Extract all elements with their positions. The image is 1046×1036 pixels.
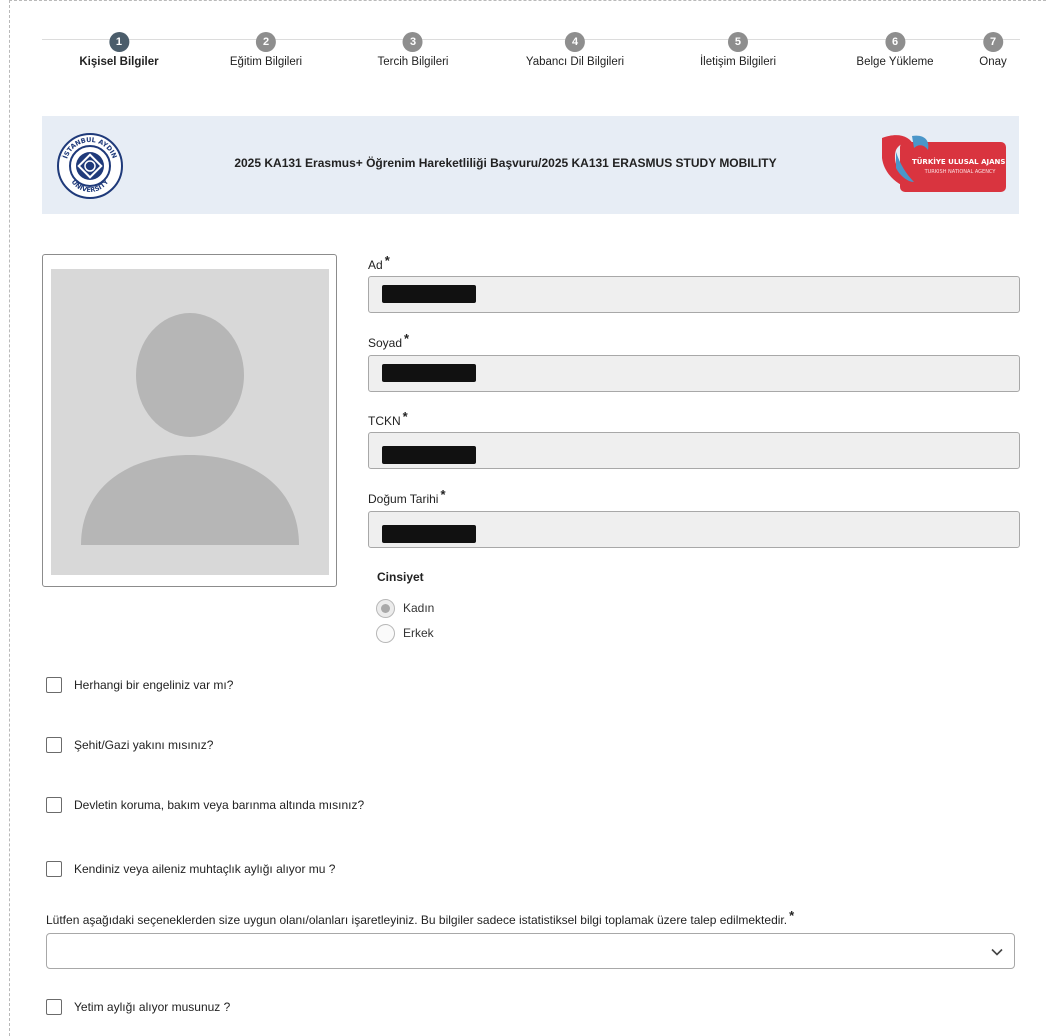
step-label: Eğitim Bilgileri <box>229 56 303 68</box>
required-mark: * <box>440 487 446 502</box>
step-label: Yabancı Dil Bilgileri <box>525 56 625 68</box>
engel-checkbox-row[interactable]: Herhangi bir engeliniz var mı? <box>46 677 233 693</box>
avatar-silhouette-icon <box>81 313 299 545</box>
program-title: 2025 KA131 Erasmus+ Öğrenim Hareketliliğ… <box>234 156 777 170</box>
step-egitim-bilgileri[interactable]: 2 Eğitim Bilgileri <box>230 32 302 68</box>
muhtaclik-checkbox-row[interactable]: Kendiniz veya aileniz muhtaçlık aylığı a… <box>46 861 335 877</box>
progress-stepper: 1 Kişisel Bilgiler 2 Eğitim Bilgileri 3 … <box>0 0 1046 80</box>
step-number: 7 <box>983 32 1003 52</box>
yetim-checkbox-row[interactable]: Yetim aylığı alıyor musunuz ? <box>46 999 230 1015</box>
profile-photo-frame[interactable] <box>42 254 337 587</box>
step-onay[interactable]: 7 Onay <box>979 32 1007 68</box>
redacted-value <box>382 364 476 382</box>
checkbox-label: Yetim aylığı alıyor musunuz ? <box>74 1000 231 1014</box>
step-number: 6 <box>885 32 905 52</box>
step-number: 1 <box>108 32 129 52</box>
checkbox-label: Herhangi bir engeliniz var mı? <box>74 678 234 692</box>
required-mark: * <box>789 908 795 923</box>
radio-label: Kadın <box>403 601 435 615</box>
step-iletisim-bilgileri[interactable]: 5 İletişim Bilgileri <box>700 32 776 68</box>
step-label: Tercih Bilgileri <box>377 56 449 68</box>
required-mark: * <box>404 331 410 346</box>
dogum-tarihi-label: Doğum Tarihi * <box>368 487 446 506</box>
gender-option-erkek[interactable]: Erkek <box>376 623 434 643</box>
checkbox-icon[interactable] <box>46 999 62 1015</box>
checkbox-icon[interactable] <box>46 797 62 813</box>
university-seal-logo: İSTANBUL AYDIN UNIVERSITY <box>57 133 123 199</box>
radio-empty-icon[interactable] <box>376 623 395 643</box>
ad-field[interactable] <box>368 276 1020 313</box>
checkbox-icon[interactable] <box>46 861 62 877</box>
program-banner: İSTANBUL AYDIN UNIVERSITY 2025 KA131 Era… <box>42 116 1019 214</box>
soyad-label: Soyad * <box>368 331 410 350</box>
step-number: 5 <box>727 32 748 52</box>
checkbox-icon[interactable] <box>46 737 62 753</box>
checkbox-icon[interactable] <box>46 677 62 693</box>
required-mark: * <box>384 253 390 268</box>
redacted-value <box>382 446 476 464</box>
step-tercih-bilgileri[interactable]: 3 Tercih Bilgileri <box>377 32 449 68</box>
dogum-tarihi-field[interactable] <box>368 511 1020 548</box>
step-yabanci-dil-bilgileri[interactable]: 4 Yabancı Dil Bilgileri <box>526 32 624 68</box>
profile-photo-placeholder <box>51 269 329 575</box>
checkbox-label: Devletin koruma, bakım veya barınma altı… <box>74 798 365 812</box>
tckn-field[interactable] <box>368 432 1020 469</box>
agency-text-tr: TÜRKİYE ULUSAL AJANSI <box>912 157 1006 166</box>
ad-label: Ad * <box>368 253 390 272</box>
frame-border-left <box>9 0 10 1036</box>
redacted-value <box>382 285 476 303</box>
checkbox-label: Şehit/Gazi yakını mısınız? <box>74 738 214 752</box>
devlet-koruma-checkbox-row[interactable]: Devletin koruma, bakım veya barınma altı… <box>46 797 364 813</box>
agency-text-en: TURKISH NATIONAL AGENCY <box>924 169 997 175</box>
step-belge-yukleme[interactable]: 6 Belge Yükleme <box>856 32 934 68</box>
tckn-label: TCKN * <box>368 409 408 428</box>
chevron-down-icon[interactable] <box>990 945 1004 959</box>
step-label: Onay <box>979 56 1007 68</box>
step-label: İletişim Bilgileri <box>699 56 777 68</box>
required-mark: * <box>402 409 408 424</box>
step-label: Kişisel Bilgiler <box>79 56 159 68</box>
radio-selected-icon[interactable] <box>376 598 395 618</box>
statistics-select[interactable] <box>46 933 1015 969</box>
gender-title: Cinsiyet <box>377 570 424 584</box>
gender-option-kadin[interactable]: Kadın <box>376 598 434 618</box>
statistics-select-label: Lütfen aşağıdaki seçeneklerden size uygu… <box>46 908 795 927</box>
national-agency-logo: TÜRKİYE ULUSAL AJANSI TURKISH NATIONAL A… <box>882 135 1006 192</box>
step-number: 3 <box>403 32 423 52</box>
redacted-value <box>382 525 476 543</box>
soyad-field[interactable] <box>368 355 1020 392</box>
checkbox-label: Kendiniz veya aileniz muhtaçlık aylığı a… <box>74 862 336 876</box>
sehit-gazi-checkbox-row[interactable]: Şehit/Gazi yakını mısınız? <box>46 737 213 753</box>
step-label: Belge Yükleme <box>856 56 934 68</box>
step-number: 4 <box>565 32 585 52</box>
step-kisisel-bilgiler[interactable]: 1 Kişisel Bilgiler <box>79 32 159 68</box>
radio-label: Erkek <box>403 626 434 640</box>
step-number: 2 <box>256 32 276 52</box>
